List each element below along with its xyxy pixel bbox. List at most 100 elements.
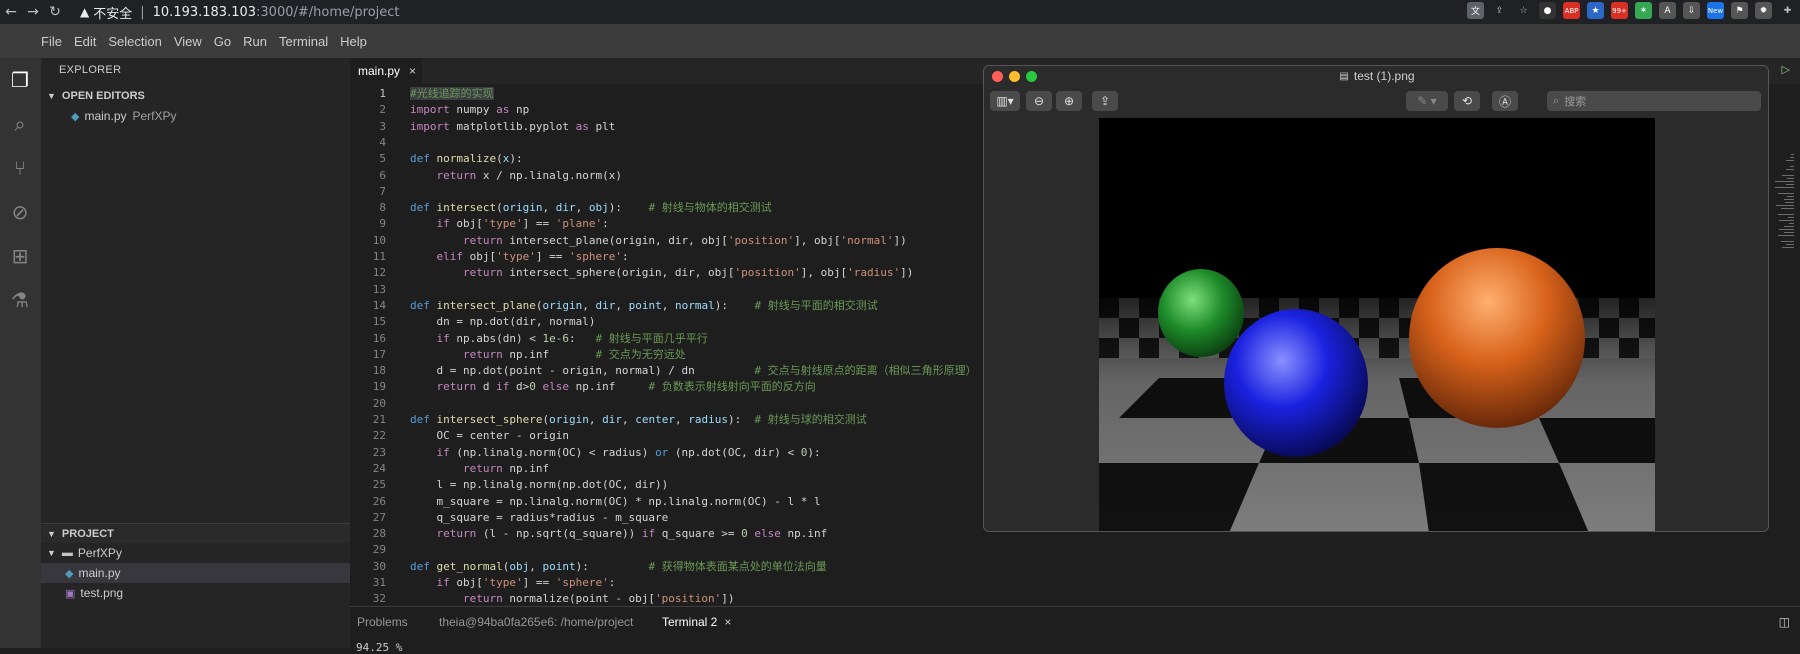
forward-icon[interactable]: → [22,4,44,20]
rotate-icon[interactable]: ⟲ [1454,91,1480,111]
explorer-title: EXPLORER [59,64,122,76]
minimap-line [1789,166,1794,167]
reload-icon[interactable]: ↻ [44,4,66,20]
run-icon[interactable]: ▷ [1782,63,1790,76]
preview-search-input[interactable]: ⌕ 搜索 [1547,91,1761,111]
line-number: 16 [372,331,386,345]
line-number: 8 [379,201,386,215]
extension-text-icon[interactable]: A [1659,2,1676,19]
tree-file-main-py[interactable]: ◆ main.py [41,563,350,583]
source-control-icon[interactable]: ⑂ [8,156,32,180]
line-number: 4 [379,135,386,149]
menu-selection[interactable]: Selection [108,34,161,49]
browser-toolbar: ← → ↻ ▲ 不安全 | 10.193.183.103:3000/#/home… [0,0,1800,24]
code-text: return np.inf [462,461,550,475]
sidebar-toggle-icon[interactable]: ▥▾ [990,91,1020,111]
share-icon[interactable]: ⇪ [1092,91,1118,111]
extension-dark-icon[interactable]: ● [1539,2,1556,19]
markup-icon[interactable]: Ⓐ [1492,91,1518,111]
line-number: 6 [379,168,386,182]
puzzle-icon[interactable]: ✚ [1779,2,1796,19]
open-editor-item[interactable]: ◆ main.py PerfXPy [41,106,350,126]
line-number: 29 [372,543,386,557]
line-number: 2 [379,103,386,117]
code-text: def intersect_sphere(origin, dir, center… [410,413,867,426]
code-text: def get_normal(obj, point): # 获得物体表面某点处的… [410,559,827,573]
line-number: 20 [372,396,386,410]
tab-problems[interactable]: Problems [357,615,408,629]
open-editors-label: OPEN EDITORS [61,90,145,102]
minimap-line [1784,232,1794,233]
mail-count-badge[interactable]: 99+ [1611,2,1628,19]
split-panel-icon[interactable]: ◫ [1779,615,1790,629]
line-number: 3 [379,119,386,133]
sky [1099,118,1655,298]
menu-view[interactable]: View [174,34,202,49]
close-icon[interactable]: × [409,64,416,78]
extension-flag-icon[interactable]: ⚑ [1731,2,1748,19]
zoom-in-icon[interactable]: ⊕ [1056,91,1082,111]
search-placeholder: 搜索 [1564,96,1587,108]
project-header[interactable]: ▼ PROJECT [41,523,350,543]
address-bar[interactable]: ▲ 不安全 | 10.193.183.103:3000/#/home/proje… [80,3,400,22]
back-icon[interactable]: ← [0,4,22,20]
code-text: return x / np.linalg.norm(x) [436,168,622,182]
extensions-icon[interactable]: ⊞ [8,244,32,268]
tab-terminal-2-label: Terminal 2 [662,615,718,629]
tree-folder-perfxpy[interactable]: ▼ ▬ PerfXPy [41,543,350,563]
minimap-line [1786,178,1794,179]
search-icon: ⌕ [1553,94,1560,107]
url-path: :3000/#/home/project [256,4,400,20]
preview-title: test (1).png [1353,69,1415,83]
line-number: 11 [372,250,386,263]
url-host: 10.193.183.103 [152,4,257,20]
minimap-line [1784,202,1794,203]
minimap-line [1787,196,1794,197]
minimap-line [1775,181,1794,182]
explorer-icon[interactable]: ❐ [8,68,32,92]
menu-go[interactable]: Go [214,34,231,49]
extension-star-icon[interactable]: ★ [1587,2,1604,19]
code-text: m_square = np.linalg.norm(OC) * np.linal… [410,494,821,508]
menu-help[interactable]: Help [340,34,367,49]
new-extension-badge[interactable]: New [1707,2,1724,19]
translate-icon[interactable]: 文 [1467,2,1484,19]
search-icon[interactable]: ⌕ [8,112,32,136]
open-editor-folder: PerfXPy [132,109,177,123]
tab-terminal-2[interactable]: Terminal 2 × [662,615,731,629]
menu-file[interactable]: File [41,34,62,49]
document-icon: ▤ [1339,70,1349,82]
debug-icon[interactable]: ⊘ [8,200,32,224]
minimap[interactable] [1770,84,1800,264]
zoom-out-icon[interactable]: ⊖ [1026,91,1052,111]
adblock-icon[interactable]: ABP [1563,2,1580,19]
line-number: 22 [372,429,386,443]
code-text: return d if d>0 else np.inf # 负数表示射线射向平面… [436,380,816,394]
line-number: 27 [372,510,386,524]
chevron-down-icon: ▼ [47,91,56,101]
tab-terminal-1[interactable]: theia@94ba0fa265e6: /home/project [439,615,633,629]
tab-main-py[interactable]: main.py × [350,58,422,84]
markup-pen-icon[interactable]: ✎ ▾ [1406,91,1448,111]
extension-icons: 文 ⇪ ☆ ● ABP ★ 99+ ✶ A ⇩ New ⚑ ✹ ✚ [1467,2,1796,19]
chevron-down-icon: ▼ [47,528,56,539]
minimap-line [1786,160,1794,161]
test-flask-icon[interactable]: ⚗ [8,288,32,312]
line-number: 30 [372,559,386,573]
extension-bug-icon[interactable]: ✹ [1755,2,1772,19]
share-icon[interactable]: ⇪ [1491,2,1508,19]
open-editors-header[interactable]: ▼ OPEN EDITORS [41,86,350,106]
download-icon[interactable]: ⇩ [1683,2,1700,19]
menu-terminal[interactable]: Terminal [279,34,328,49]
code-text: return intersect_sphere(origin, dir, obj… [462,266,914,280]
menu-run[interactable]: Run [243,34,267,49]
line-number: 1 [379,87,386,100]
menu-edit[interactable]: Edit [74,34,96,49]
line-number: 5 [379,152,386,166]
tree-file-test-png[interactable]: ▣ test.png [41,583,350,603]
bookmark-star-icon[interactable]: ☆ [1515,2,1532,19]
extension-leaf-icon[interactable]: ✶ [1635,2,1652,19]
close-icon[interactable]: × [724,615,731,629]
code-text: elif obj['type'] == 'sphere': [436,250,629,263]
code-text: if obj['type'] == 'sphere': [436,576,616,589]
